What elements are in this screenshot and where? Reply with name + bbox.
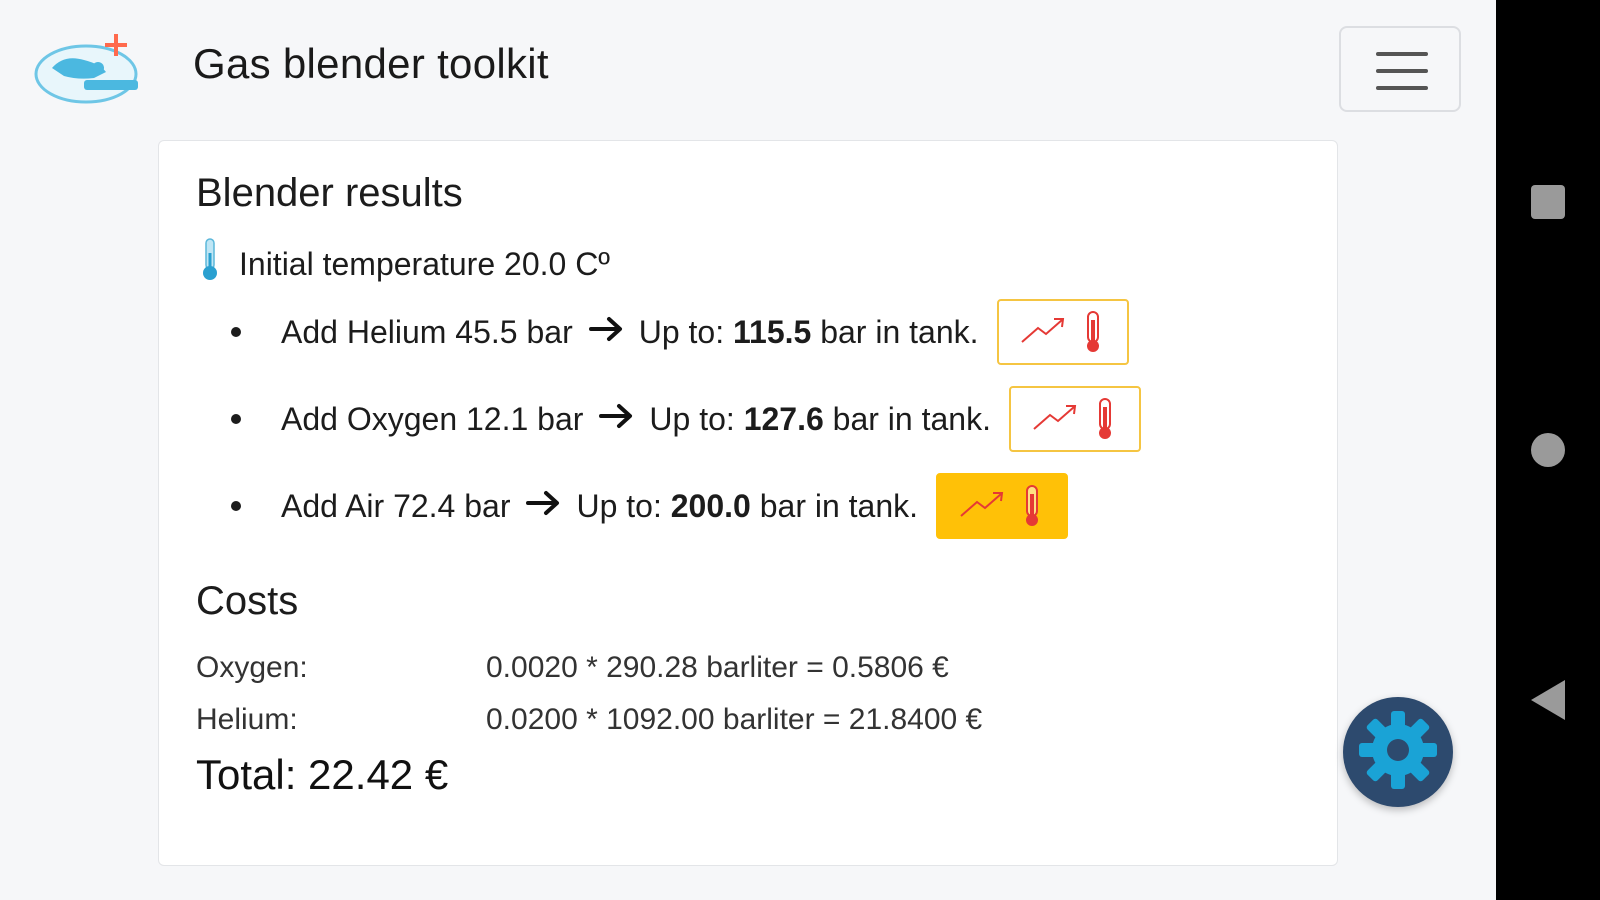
app-logo: [34, 30, 144, 110]
results-title: Blender results: [196, 171, 463, 215]
arrow-right-icon: [599, 401, 635, 438]
bullet: [231, 414, 241, 424]
temperature-rise-button[interactable]: [1008, 386, 1141, 452]
menu-bar-1: [1376, 52, 1428, 56]
step-upto-value: 200.0: [670, 487, 751, 524]
system-nav-bar: [1496, 0, 1600, 900]
step-upto-label: Up to:: [576, 487, 671, 524]
step-upto-value: 115.5: [732, 313, 812, 350]
temperature-rise-button[interactable]: [996, 299, 1129, 365]
step-upto-label: Up to:: [649, 400, 744, 437]
results-card: Blender results Initial temperature 20.0…: [158, 140, 1338, 866]
step-upto-value: 127.6: [743, 400, 824, 437]
initial-temperature-text: Initial temperature 20.0 Cº: [239, 245, 610, 282]
step-action: Add Oxygen 12.1 bar: [281, 400, 584, 437]
menu-button[interactable]: [1339, 26, 1461, 112]
step-suffix: bar in tank.: [750, 487, 919, 524]
cost-formula: 0.0020 * 290.28 barliter = 0.5806 €: [486, 651, 949, 684]
app-title: Gas blender toolkit: [193, 40, 549, 87]
total-cost: Total: 22.42 €: [196, 751, 449, 798]
recents-button[interactable]: [1531, 185, 1565, 219]
menu-bar-2: [1376, 69, 1428, 73]
menu-bar-3: [1376, 86, 1428, 90]
app-window: Gas blender toolkit Blender results Init…: [0, 0, 1496, 900]
arrow-right-icon: [588, 314, 625, 351]
temperature-rise-button-active[interactable]: [936, 473, 1069, 539]
bullet: [231, 327, 241, 337]
cost-row-oxygen: Oxygen: 0.0020 * 290.28 barliter = 0.580…: [196, 651, 949, 685]
settings-button[interactable]: [1343, 697, 1453, 807]
bullet: [231, 501, 241, 511]
step-suffix: bar in tank.: [823, 400, 991, 437]
thermometer-cold-icon: [199, 237, 239, 291]
initial-temperature: Initial temperature 20.0 Cº: [199, 237, 610, 291]
arrow-right-icon: [526, 488, 562, 525]
costs-title: Costs: [196, 579, 299, 623]
step-oxygen: Add Oxygen 12.1 bar Up to: 127.6 bar in …: [231, 386, 1141, 452]
back-button[interactable]: [1531, 680, 1565, 720]
step-action: Add Helium 45.5 bar: [281, 313, 573, 350]
step-suffix: bar in tank.: [811, 313, 979, 350]
cost-label: Helium:: [196, 703, 298, 736]
gear-icon: [1353, 705, 1443, 800]
cost-label: Oxygen:: [196, 651, 308, 684]
step-helium: Add Helium 45.5 bar Up to: 115.5 bar in …: [231, 299, 1129, 365]
step-action: Add Air 72.4 bar: [281, 487, 511, 524]
cost-formula: 0.0200 * 1092.00 barliter = 21.8400 €: [486, 703, 983, 736]
cost-row-helium: Helium: 0.0200 * 1092.00 barliter = 21.8…: [196, 703, 982, 737]
home-button[interactable]: [1531, 433, 1565, 467]
step-upto-label: Up to:: [638, 313, 733, 350]
screen: Gas blender toolkit Blender results Init…: [0, 0, 1600, 900]
step-air: Add Air 72.4 bar Up to: 200.0 bar in tan…: [231, 473, 1069, 539]
